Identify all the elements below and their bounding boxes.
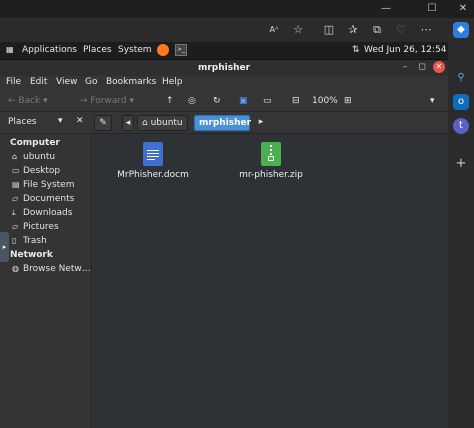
sidebar-item-label: Desktop [23,166,61,176]
sidebar-item-ubuntu[interactable]: ⌂ ubuntu [12,152,55,162]
split-screen-icon[interactable]: ◫ [321,22,337,38]
stop-icon[interactable]: ◎ [188,94,196,108]
applications-menu[interactable]: Applications [22,45,77,55]
browser-title-bar: — ☐ ✕ [0,0,474,18]
sidebar-item-pictures[interactable]: ▱ Pictures [12,222,59,232]
zip-archive-icon [261,142,281,166]
apps-grid-icon[interactable]: ▦ [6,45,14,54]
system-menu[interactable]: System [118,45,152,55]
menu-bookmarks[interactable]: Bookmarks [106,77,156,87]
sidebar-item-label: Documents [23,194,75,204]
favorites-icon[interactable]: ✰ [345,22,361,38]
up-arrow-icon[interactable]: ↑ [166,94,174,108]
clock[interactable]: Wed Jun 26, 12:54 [364,45,447,55]
file-name: mr-phisher.zip [239,170,303,180]
breadcrumb-mrphisher[interactable]: mrphisher [194,115,251,131]
minimize-button[interactable]: — [379,2,393,16]
sidebar-item-desktop[interactable]: ▭ Desktop [12,166,60,176]
toolbar: ← Back ▾ → Forward ▾ ↑ ◎ ↻ ▣ ▭ ⊟ 100% ⊞ … [0,90,448,112]
trash-icon: ▯ [12,236,17,245]
close-sidebar-icon[interactable]: ✕ [76,116,84,126]
zoom-level: 100% [312,96,338,106]
browser-sidebar: ◆ ⚲ o t + [448,18,474,428]
desktop-panel: ▦ Applications Places System >_ ⇅ Wed Ju… [0,42,448,60]
file-manager-window: mrphisher – ◻ ✕ File Edit View Go Bookma… [0,60,448,428]
sidebar-item-trash[interactable]: ▯ Trash [12,236,47,246]
breadcrumb-ubuntu-label: ubuntu [150,118,183,128]
teams-icon[interactable]: t [453,118,469,134]
breadcrumb-ubuntu[interactable]: ⌂ ubuntu [137,115,188,131]
sidebar-selector-label: Places [8,117,37,127]
sidebar-item-label: Browse Netw… [23,264,91,274]
sidebar-item-label: File System [23,180,75,190]
sidebar-item-label: Downloads [23,208,73,218]
menu-view[interactable]: View [56,77,77,87]
folder-icon: ▱ [12,194,19,203]
menu-file[interactable]: File [6,77,21,87]
sidebar-item-label: Pictures [23,222,59,232]
file-view: MrPhisher.docm mr-phisher.zip [93,134,448,428]
back-label: Back [18,96,41,106]
sidebar-item-downloads[interactable]: ⤓ Downloads [12,208,72,218]
add-icon[interactable]: + [453,156,469,172]
places-sidebar: Computer ⌂ ubuntu ▭ Desktop ▤ File System ▱… [0,134,92,428]
crumb-scroll-right[interactable]: ▸ [256,115,266,131]
window-close-button[interactable]: ✕ [433,61,445,73]
sidebar-item-documents[interactable]: ▱ Documents [12,194,74,204]
browser-toolbar: Aᴬ ☆ ◫ ✰ ⧉ ♡ ⋯ [0,18,474,42]
location-bar: Places ▾ ✕ ✎ ◂ ⌂ ubuntu mrphisher ▸ [0,112,448,134]
home-folder-icon[interactable]: ▣ [239,94,248,108]
read-aloud-icon[interactable]: Aᴬ [266,22,282,38]
chevron-down-icon: ▾ [58,116,63,126]
file-item[interactable]: MrPhisher.docm [108,142,198,180]
menu-bar: File Edit View Go Bookmarks Help [0,76,448,90]
drive-icon: ▤ [12,180,20,189]
reload-icon[interactable]: ↻ [213,94,221,108]
document-icon [143,142,163,166]
crumb-scroll-left[interactable]: ◂ [122,115,134,131]
network-header: Network [10,250,53,260]
sidebar-selector[interactable]: Places ▾ ✕ [4,115,88,131]
back-button[interactable]: ← Back ▾ [8,94,48,108]
places-menu[interactable]: Places [83,45,112,55]
zoom-in-icon[interactable]: ⊞ [344,94,352,108]
desktop-icon: ▭ [12,166,20,175]
firefox-icon[interactable] [157,44,169,56]
toolbar-overflow-icon[interactable]: ▾ [430,94,435,108]
sidebar-item-browse-network[interactable]: ◍ Browse Netw… [12,264,91,274]
forward-label: Forward [90,96,127,106]
window-minimize-button[interactable]: – [399,61,411,73]
close-button[interactable]: ✕ [456,2,470,16]
menu-edit[interactable]: Edit [30,77,47,87]
file-item[interactable]: mr-phisher.zip [226,142,316,180]
menu-go[interactable]: Go [85,77,97,87]
network-icon: ◍ [12,264,19,273]
collections-icon[interactable]: ⧉ [369,22,385,38]
home-icon: ⌂ [12,152,18,161]
more-menu-icon[interactable]: ⋯ [418,22,434,38]
copilot-icon[interactable]: ◆ [453,22,469,38]
file-name: MrPhisher.docm [117,170,189,180]
download-icon: ⤓ [12,208,16,217]
window-title: mrphisher [0,60,448,76]
folder-icon: ▱ [12,222,19,231]
zoom-out-icon[interactable]: ⊟ [292,94,300,108]
forward-button[interactable]: → Forward ▾ [80,94,134,108]
window-maximize-button[interactable]: ◻ [416,61,428,73]
sidebar-item-file-system[interactable]: ▤ File System [12,180,74,190]
sidebar-resize-handle[interactable]: ▸ [0,232,9,262]
favorite-star-icon[interactable]: ☆ [290,22,306,38]
computer-icon[interactable]: ▭ [263,94,272,108]
sidebar-item-label: Trash [23,236,47,246]
computer-header: Computer [10,138,60,148]
edit-path-button[interactable]: ✎ [94,115,112,131]
browser-essentials-icon[interactable]: ♡ [393,22,409,38]
search-icon[interactable]: ⚲ [453,70,469,86]
terminal-icon[interactable]: >_ [175,44,187,56]
menu-help[interactable]: Help [162,77,183,87]
maximize-button[interactable]: ☐ [425,2,439,16]
sidebar-item-label: ubuntu [23,152,56,162]
network-status-icon[interactable]: ⇅ [352,45,360,55]
outlook-icon[interactable]: o [453,94,469,110]
